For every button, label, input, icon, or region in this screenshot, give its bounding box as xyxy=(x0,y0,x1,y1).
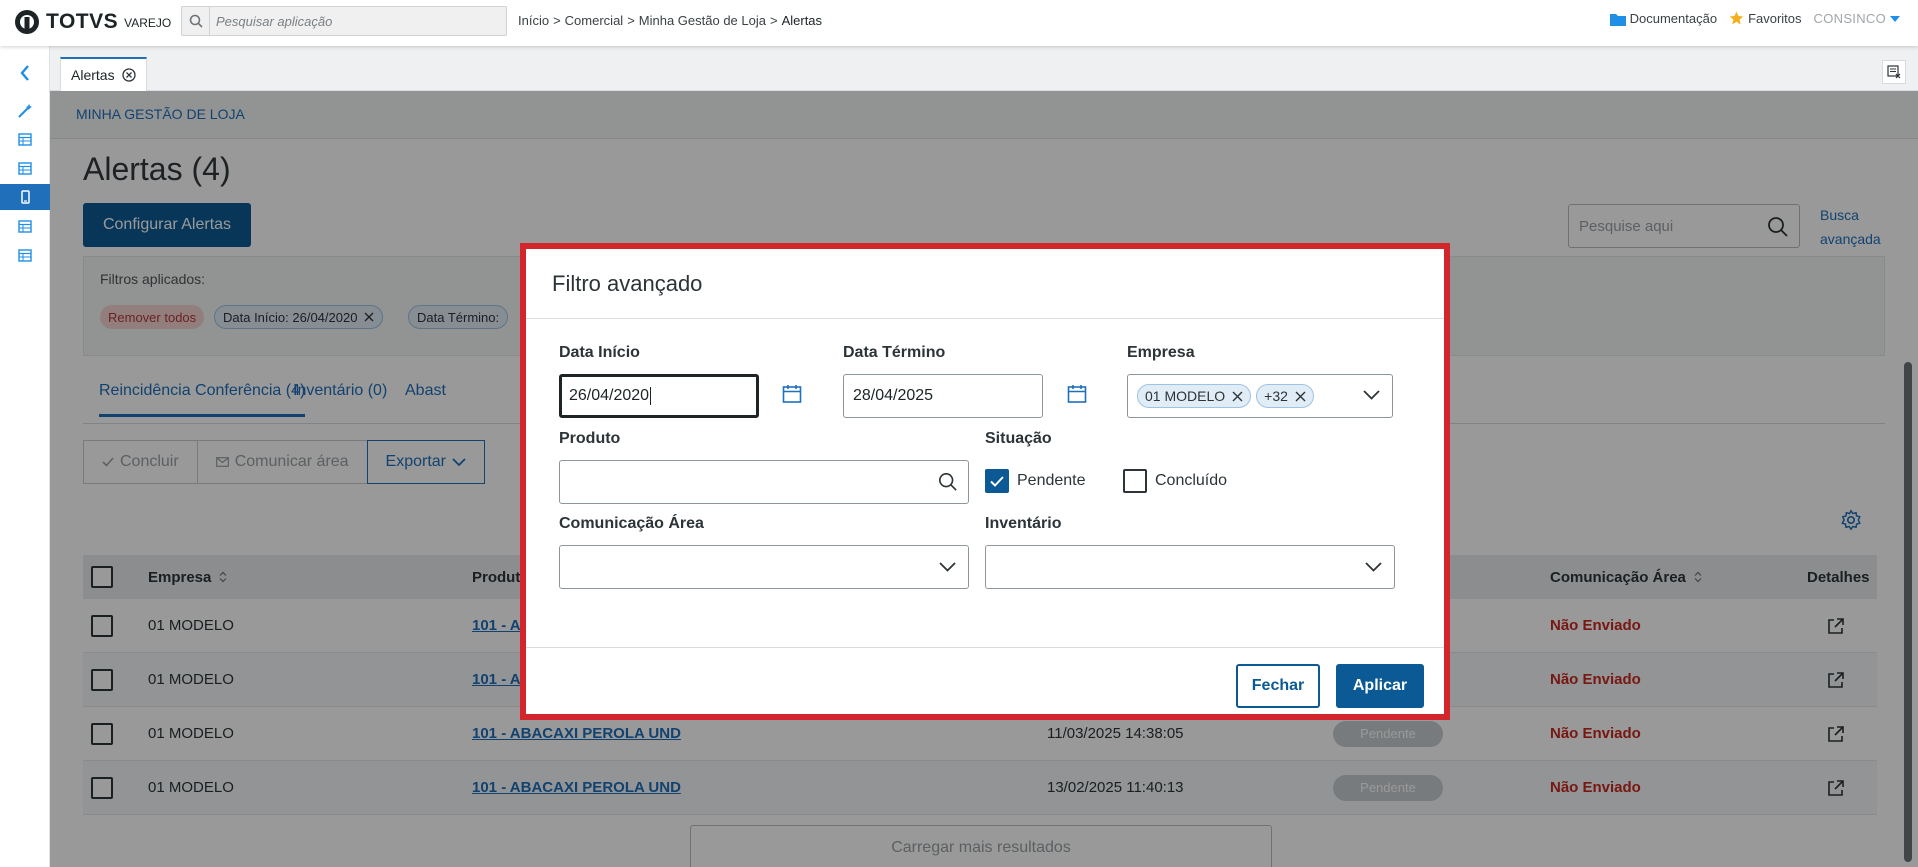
sidebar-item-mobile[interactable] xyxy=(0,184,50,210)
calendar-icon[interactable] xyxy=(782,384,802,404)
status-pending-label: Pendente xyxy=(1017,472,1086,489)
company-tag-label: 01 MODELO xyxy=(1145,388,1226,404)
table-icon xyxy=(18,248,32,262)
brand-name: TOTVS xyxy=(46,10,119,33)
communication-select[interactable] xyxy=(559,545,969,589)
modal-footer: Fechar Aplicar xyxy=(526,647,1444,720)
close-icon[interactable] xyxy=(1232,391,1243,402)
sidebar-item-table-4[interactable] xyxy=(0,242,50,268)
documentation-link[interactable]: Documentação xyxy=(1609,11,1718,26)
end-date-value: 28/04/2025 xyxy=(853,387,934,404)
status-label: Situação xyxy=(985,430,1052,447)
close-button[interactable]: Fechar xyxy=(1236,664,1320,708)
top-bar: TOTVS VAREJO Pesquisar aplicação Início … xyxy=(0,0,1918,46)
text-cursor xyxy=(650,387,652,405)
breadcrumb-separator: > xyxy=(769,13,778,28)
app-search-input[interactable]: Pesquisar aplicação xyxy=(181,6,507,36)
sidebar-item-table-2[interactable] xyxy=(0,155,50,181)
magic-wand-icon xyxy=(18,104,32,118)
advanced-filter-modal: Filtro avançado Data Início 26/04/2020 D… xyxy=(520,243,1450,720)
close-tab-icon[interactable] xyxy=(121,68,136,82)
breadcrumb-item[interactable]: Minha Gestão de Loja xyxy=(639,13,766,28)
calendar-icon[interactable] xyxy=(1067,384,1087,404)
table-icon xyxy=(18,132,32,146)
inventory-label: Inventário xyxy=(985,515,1062,532)
totvs-logo-icon xyxy=(15,10,39,34)
left-sidebar xyxy=(0,46,50,867)
company-tag: 01 MODELO xyxy=(1137,384,1252,408)
search-icon xyxy=(182,7,210,35)
tab-alertas[interactable]: Alertas xyxy=(60,57,147,91)
table-icon xyxy=(18,161,32,175)
communication-label: Comunicação Área xyxy=(559,515,704,532)
status-pending-checkbox[interactable]: Pendente xyxy=(985,469,1086,493)
product-label: Produto xyxy=(559,430,621,447)
breadcrumb-item[interactable]: Início xyxy=(518,13,549,28)
totvs-logo[interactable]: TOTVS VAREJO xyxy=(14,9,171,35)
sidebar-item-tools[interactable] xyxy=(0,98,50,124)
breadcrumb-separator: > xyxy=(553,13,561,28)
breadcrumb: Início > Comercial > Minha Gestão de Loj… xyxy=(518,13,822,28)
breadcrumb-separator: > xyxy=(627,13,635,28)
search-icon[interactable] xyxy=(938,472,958,492)
company-tag-label: +32 xyxy=(1264,388,1288,404)
documentation-label: Documentação xyxy=(1629,11,1718,26)
caret-down-icon xyxy=(1890,15,1900,22)
brand-sub: VAREJO xyxy=(124,16,172,30)
end-date-input[interactable]: 28/04/2025 xyxy=(843,374,1043,418)
app-search-placeholder: Pesquisar aplicação xyxy=(216,14,333,29)
checkbox-unchecked[interactable] xyxy=(1123,469,1147,493)
chevron-down-icon xyxy=(1365,562,1382,572)
top-right-menu: Documentação Favoritos CONSINCO xyxy=(1609,11,1900,26)
user-menu[interactable]: CONSINCO xyxy=(1814,11,1900,26)
inventory-select[interactable] xyxy=(985,545,1395,589)
modal-header: Filtro avançado xyxy=(526,249,1444,319)
start-date-value: 26/04/2020 xyxy=(569,387,650,404)
page-tab-strip: Alertas xyxy=(50,46,1918,91)
start-date-input[interactable]: 26/04/2020 xyxy=(559,374,759,418)
close-icon[interactable] xyxy=(1295,391,1306,402)
star-icon xyxy=(1729,11,1744,25)
checkbox-checked[interactable] xyxy=(985,469,1009,493)
breadcrumb-current: Alertas xyxy=(781,13,823,28)
close-all-tabs-button[interactable] xyxy=(1882,60,1906,84)
mobile-icon xyxy=(20,190,30,204)
status-done-checkbox[interactable]: Concluído xyxy=(1123,469,1227,493)
chevron-left-icon xyxy=(20,65,29,81)
company-label: Empresa xyxy=(1127,344,1195,361)
window-close-icon xyxy=(1887,65,1901,79)
table-icon xyxy=(18,219,32,233)
check-icon xyxy=(990,475,1004,487)
user-name: CONSINCO xyxy=(1813,11,1886,26)
sidebar-item-table-1[interactable] xyxy=(0,126,50,152)
folder-icon xyxy=(1609,13,1626,26)
modal-title: Filtro avançado xyxy=(552,271,703,296)
chevron-down-icon xyxy=(1363,390,1380,400)
favorites-label: Favoritos xyxy=(1748,11,1802,26)
company-multiselect[interactable]: 01 MODELO +32 xyxy=(1127,374,1393,418)
apply-button[interactable]: Aplicar xyxy=(1336,664,1424,708)
company-tag-more: +32 xyxy=(1256,384,1314,408)
favorites-link[interactable]: Favoritos xyxy=(1729,11,1802,26)
start-date-label: Data Início xyxy=(559,344,640,361)
status-done-label: Concluído xyxy=(1155,472,1228,489)
breadcrumb-item[interactable]: Comercial xyxy=(565,13,624,28)
tab-label: Alertas xyxy=(71,67,115,83)
product-input[interactable] xyxy=(559,460,969,504)
chevron-down-icon xyxy=(939,562,956,572)
collapse-sidebar-button[interactable] xyxy=(0,60,50,86)
end-date-label: Data Término xyxy=(843,344,946,361)
sidebar-item-table-3[interactable] xyxy=(0,213,50,239)
